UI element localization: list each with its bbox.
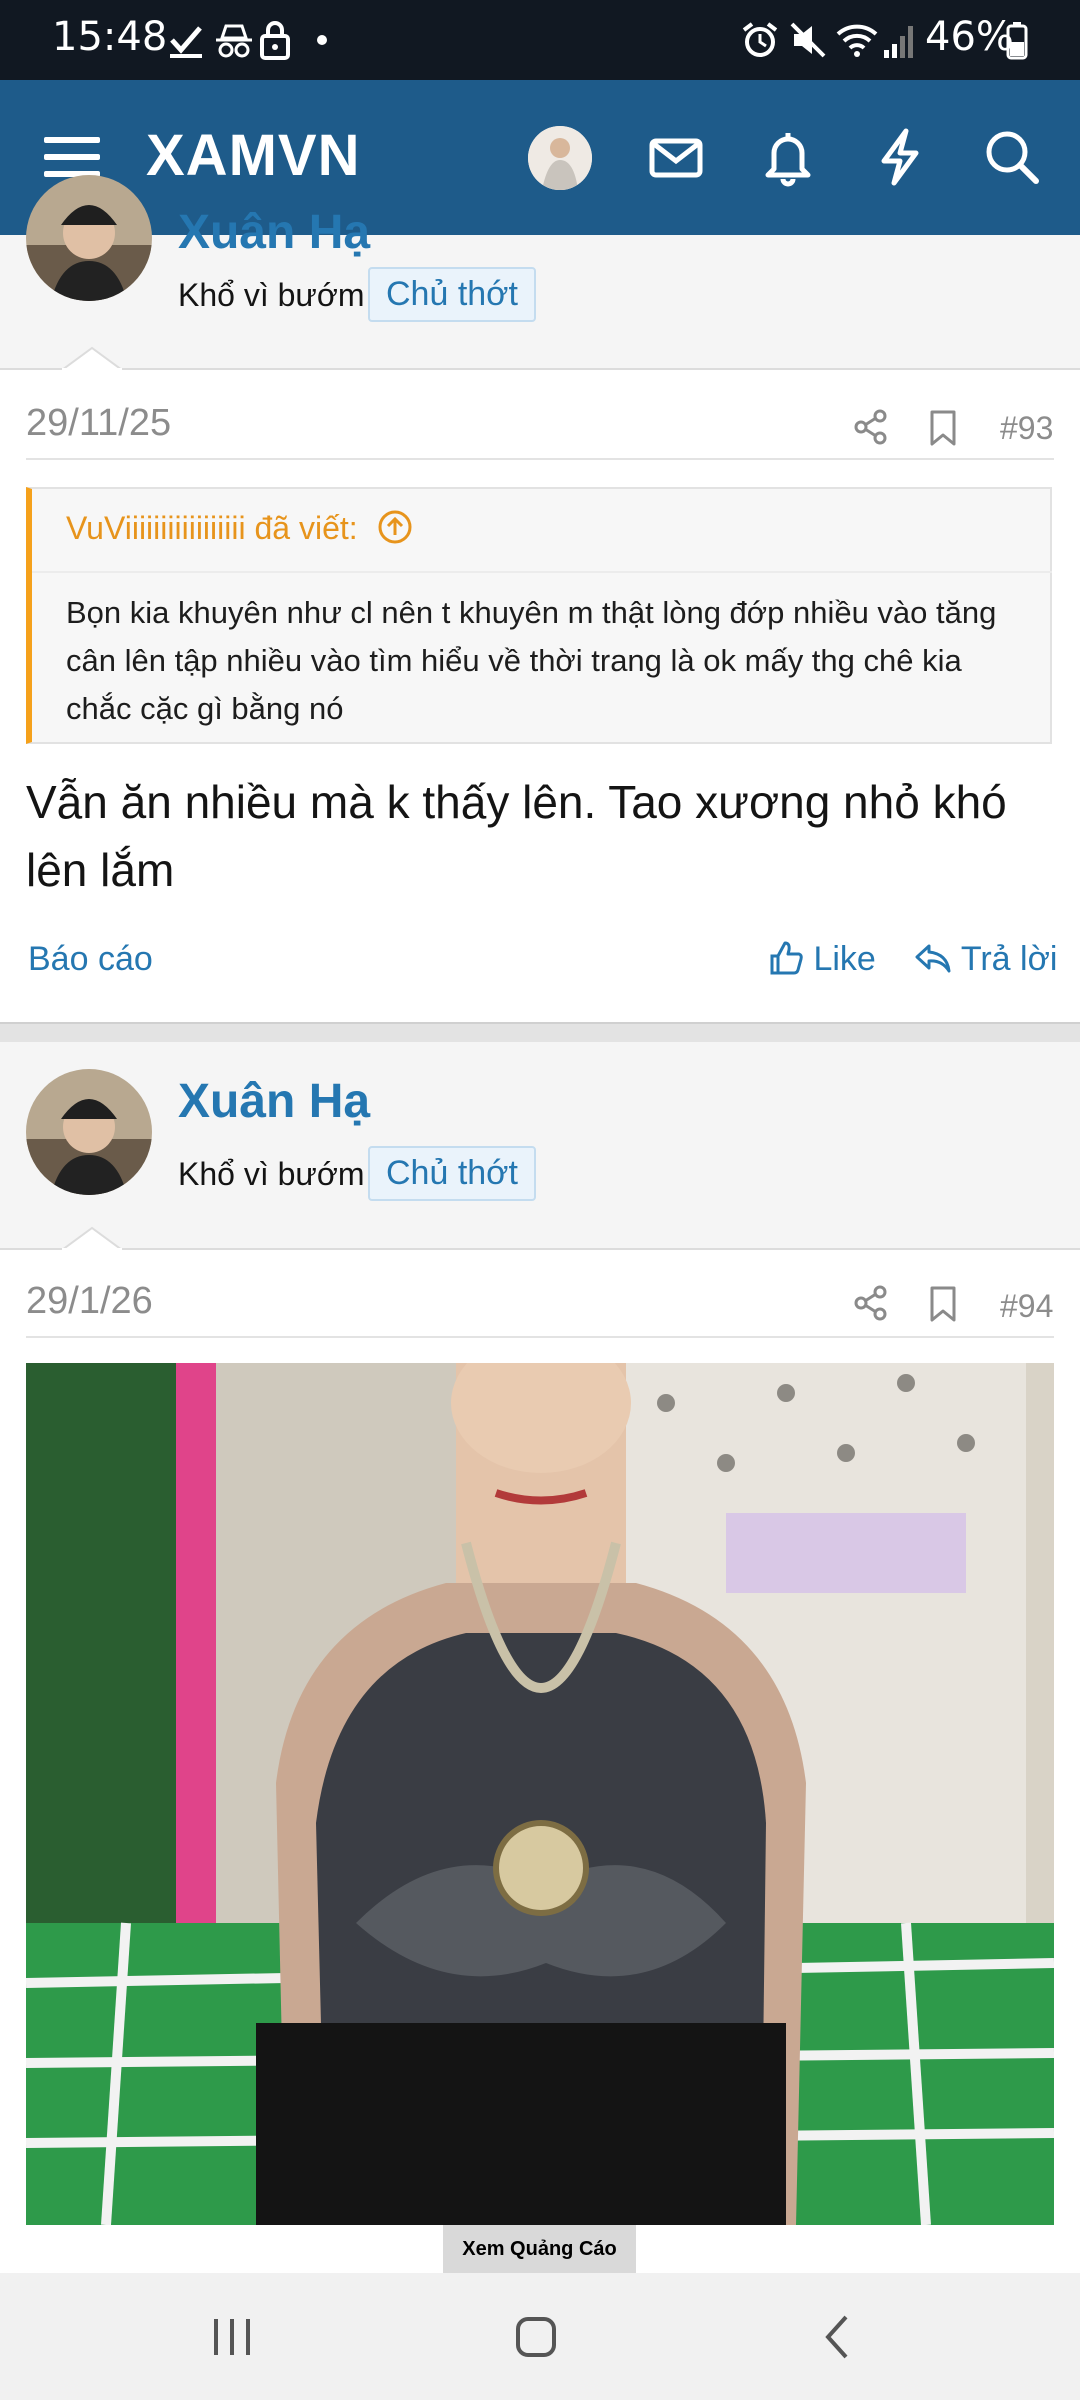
battery-icon [1006,22,1028,60]
op-badge: Chủ thớt [368,1146,536,1201]
alarm-icon [742,22,778,57]
quote-author[interactable]: VuViiiiiiiiiiiiiiiii đã viết: [66,509,413,547]
user-avatar[interactable] [26,1069,152,1195]
post-date[interactable]: 29/1/26 [26,1280,153,1323]
like-label: Like [813,940,876,978]
post-caret [62,1226,122,1250]
reply-button[interactable]: Trả lời [914,940,1057,979]
site-logo[interactable]: XAMVN [146,122,360,189]
post-image[interactable] [26,1363,1054,2225]
user-title: Khổ vì bướm [178,277,365,313]
lock-icon [260,21,290,60]
like-button[interactable]: Like [768,940,876,979]
post-header: Xuân Hạ Khổ vì bướm Chủ thớt [0,1042,1080,1250]
post-header: Xuân Hạ Khổ vì bướm Chủ thớt [0,175,1080,370]
bell-icon[interactable] [756,125,820,189]
share-icon[interactable] [852,408,890,446]
post-number[interactable]: #93 [1000,410,1053,447]
system-nav-bar [0,2273,1080,2400]
quote-divider [32,571,1052,573]
back-icon[interactable] [818,2313,858,2361]
user-avatar[interactable] [26,175,152,301]
reply-icon [915,944,951,973]
avatar[interactable] [528,126,592,190]
status-time: 15:48 [52,14,168,60]
signal-icon [884,26,913,58]
wifi-icon [836,24,878,57]
divider [26,1336,1054,1338]
report-link[interactable]: Báo cáo [28,940,153,979]
divider [26,458,1054,460]
post-number[interactable]: #94 [1000,1288,1053,1325]
op-badge: Chủ thớt [368,267,536,322]
username[interactable]: Xuân Hạ [178,1074,370,1129]
app-header: XAMVN [0,80,1080,235]
notification-dot-icon [317,35,327,45]
home-icon[interactable] [512,2313,560,2361]
quote-text: Bọn kia khuyên như cl nên t khuyên m thậ… [66,595,997,726]
quote-block: VuViiiiiiiiiiiiiiiii đã viết: Bọn kia kh… [26,487,1052,744]
check-icon [170,26,202,58]
post-caret [62,346,122,370]
thumbs-up-icon [770,941,803,975]
incognito-icon [216,24,252,58]
reply-label: Trả lời [960,940,1058,978]
post-message: Vẫn ăn nhiều mà k thấy lên. Tao xương nh… [26,776,1007,896]
mute-icon [790,22,826,58]
mail-icon[interactable] [644,125,708,189]
status-bar: 15:48 46% [0,0,1080,80]
view-ad-button[interactable]: Xem Quảng Cáo [443,2225,636,2273]
recents-icon[interactable] [208,2313,256,2361]
user-title: Khổ vì bướm [178,1156,365,1192]
share-icon[interactable] [852,1284,890,1322]
post-date[interactable]: 29/11/25 [26,402,171,445]
search-icon[interactable] [980,125,1044,189]
bolt-icon[interactable] [868,125,932,189]
post-separator [0,1022,1080,1044]
bookmark-icon[interactable] [926,408,960,448]
arrow-up-circle-icon[interactable] [377,509,413,545]
username[interactable]: Xuân Hạ [178,205,370,260]
bookmark-icon[interactable] [926,1284,960,1324]
battery-percent: 46% [925,14,1014,60]
